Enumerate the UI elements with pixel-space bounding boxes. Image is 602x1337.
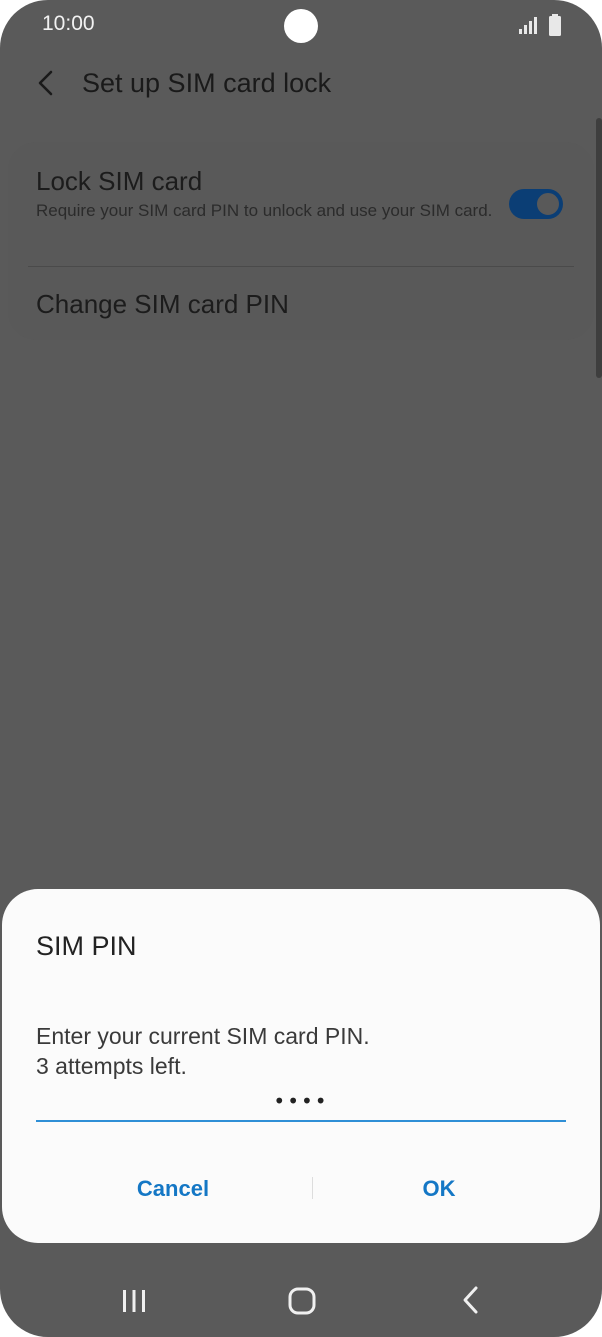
scroll-indicator[interactable] [596, 118, 602, 378]
sim-pin-dialog: SIM PIN Enter your current SIM card PIN.… [2, 889, 600, 1243]
phone-screen: 10:00 Set up SIM card lock Lock SIM card… [0, 0, 602, 1337]
back-icon[interactable] [454, 1284, 490, 1316]
page-title: Set up SIM card lock [82, 68, 332, 98]
chevron-left-icon[interactable] [30, 66, 64, 100]
change-sim-card-pin-row[interactable]: Change SIM card PIN [8, 267, 594, 340]
recents-icon[interactable] [116, 1288, 152, 1314]
battery-icon [549, 14, 561, 36]
camera-cutout [284, 9, 318, 43]
status-time: 10:00 [42, 12, 95, 35]
lock-sim-card-subtitle: Require your SIM card PIN to unlock and … [36, 201, 493, 220]
dialog-message-line1: Enter your current SIM card PIN. [36, 1023, 370, 1049]
ok-button[interactable]: OK [308, 1161, 570, 1217]
lock-sim-card-row[interactable]: Lock SIM card Require your SIM card PIN … [8, 142, 594, 266]
change-sim-card-pin-title: Change SIM card PIN [36, 289, 289, 319]
status-bar: 10:00 [0, 0, 602, 52]
signal-icon [519, 17, 537, 34]
dialog-title: SIM PIN [36, 931, 137, 961]
navigation-bar [0, 1258, 602, 1337]
pin-input[interactable] [36, 1082, 566, 1122]
dialog-message-line2: 3 attempts left. [36, 1053, 187, 1079]
home-icon[interactable] [284, 1285, 320, 1317]
cancel-button[interactable]: Cancel [38, 1161, 308, 1217]
app-bar: Set up SIM card lock [0, 52, 602, 116]
dialog-message: Enter your current SIM card PIN. 3 attem… [36, 1021, 370, 1081]
toggle-knob [535, 191, 561, 217]
settings-card: Lock SIM card Require your SIM card PIN … [8, 142, 594, 340]
lock-sim-card-title: Lock SIM card [36, 166, 203, 196]
lock-sim-card-toggle[interactable] [509, 189, 563, 219]
